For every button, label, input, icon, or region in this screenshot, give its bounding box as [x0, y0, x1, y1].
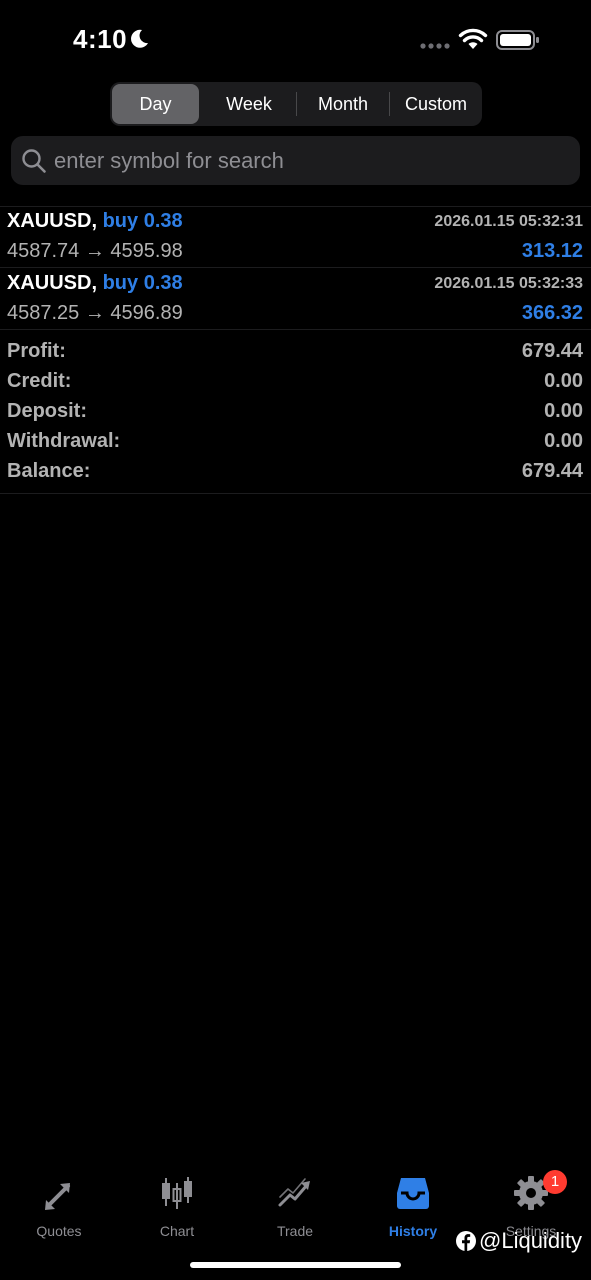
summary-value: 0.00	[544, 430, 583, 452]
quotes-arrows-icon	[45, 1181, 73, 1210]
trade-symbol-line: XAUUSD, buy 0.38	[7, 272, 183, 295]
status-time: 4:10	[73, 24, 128, 54]
trade-symbol-line: XAUUSD, buy 0.38	[7, 210, 183, 233]
notification-badge: 1	[543, 1170, 567, 1194]
summary-label: Profit:	[7, 340, 66, 362]
trade-row[interactable]: XAUUSD, buy 0.38 2026.01.15 05:32:31 458…	[0, 207, 591, 268]
tab-trade[interactable]: Trade	[240, 1170, 350, 1240]
summary-row-credit: Credit: 0.00	[0, 368, 591, 398]
search-icon	[22, 149, 46, 173]
watermark-text: @Liquidity	[479, 1228, 583, 1253]
tab-label: Trade	[276, 1223, 314, 1239]
trade-open-price: 4587.74	[7, 240, 80, 262]
tab-day[interactable]: Day	[112, 84, 199, 124]
trade-type-volume: buy 0.38	[102, 210, 183, 232]
summary-label: Balance:	[7, 460, 91, 482]
trade-row[interactable]: XAUUSD, buy 0.38 2026.01.15 05:32:33 458…	[0, 269, 591, 330]
divider	[0, 267, 591, 268]
inbox-tray-icon	[397, 1178, 429, 1209]
tab-custom[interactable]: Custom	[390, 84, 482, 124]
summary-value: 679.44	[521, 460, 583, 482]
trade-open-price: 4587.25	[7, 302, 80, 324]
tab-label: History	[388, 1223, 438, 1239]
arrow-right-icon: →	[84, 240, 105, 262]
divider	[0, 493, 591, 494]
wifi-icon	[458, 28, 488, 49]
home-indicator[interactable]	[190, 1262, 401, 1268]
trade-prices: 4587.25 → 4596.89	[7, 302, 183, 325]
trade-symbol: XAUUSD,	[7, 272, 98, 294]
summary-section: Profit: 679.44 Credit: 0.00 Deposit: 0.0…	[0, 338, 591, 488]
tab-history[interactable]: History	[358, 1170, 468, 1240]
candlestick-icon	[162, 1177, 192, 1209]
trade-prices: 4587.74 → 4595.98	[7, 240, 183, 263]
trade-close-price: 4596.89	[110, 302, 183, 324]
summary-value: 0.00	[544, 400, 583, 422]
tab-month[interactable]: Month	[297, 84, 389, 124]
tab-label: Chart	[159, 1223, 195, 1239]
moon-icon	[131, 29, 148, 48]
summary-row-balance: Balance: 679.44	[0, 458, 591, 488]
search-input[interactable]	[54, 136, 554, 185]
summary-row-profit: Profit: 679.44	[0, 338, 591, 368]
summary-label: Deposit:	[7, 400, 87, 422]
trade-profit: 313.12	[521, 240, 583, 262]
summary-row-deposit: Deposit: 0.00	[0, 398, 591, 428]
summary-value: 0.00	[544, 370, 583, 392]
trade-profit: 366.32	[521, 302, 583, 324]
tab-chart[interactable]: Chart	[122, 1170, 232, 1240]
summary-label: Withdrawal:	[7, 430, 121, 452]
battery-icon	[496, 30, 539, 50]
tab-week[interactable]: Week	[203, 84, 295, 124]
trade-trend-icon	[278, 1178, 310, 1207]
summary-value: 679.44	[521, 340, 583, 362]
trade-close-price: 4595.98	[110, 240, 183, 262]
summary-label: Credit:	[7, 370, 72, 392]
tab-quotes[interactable]: Quotes	[4, 1170, 114, 1240]
trade-symbol: XAUUSD,	[7, 210, 98, 232]
summary-row-withdrawal: Withdrawal: 0.00	[0, 428, 591, 458]
arrow-right-icon: →	[84, 302, 105, 324]
trade-type-volume: buy 0.38	[102, 272, 183, 294]
status-bar: 4:10	[0, 0, 591, 80]
tab-label: Quotes	[36, 1223, 82, 1239]
search-bar[interactable]	[11, 136, 580, 185]
period-segmented-control: Day Week Month Custom	[110, 82, 482, 126]
divider	[0, 329, 591, 330]
facebook-icon	[456, 1231, 476, 1251]
trade-time: 2026.01.15 05:32:33	[434, 275, 583, 292]
watermark: @Liquidity	[456, 1226, 582, 1256]
trade-time: 2026.01.15 05:32:31	[434, 213, 583, 230]
cellular-signal-icon	[420, 43, 450, 49]
